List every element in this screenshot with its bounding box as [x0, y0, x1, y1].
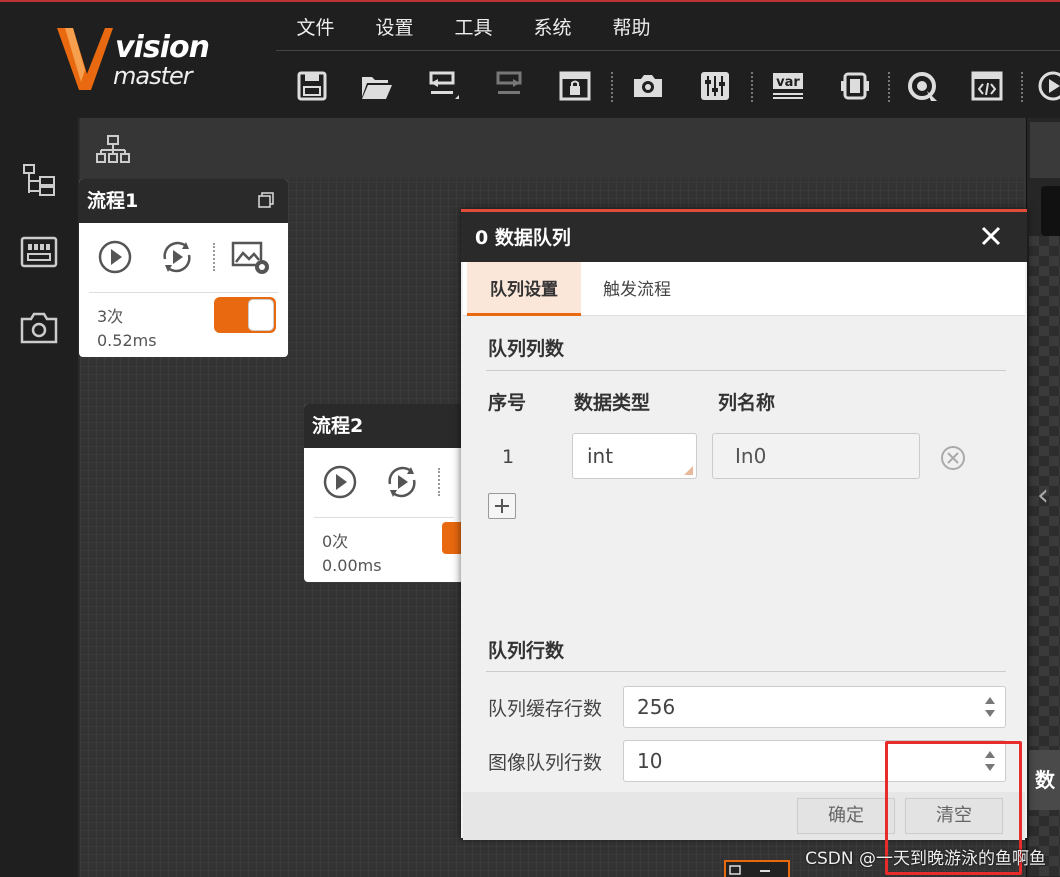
toggle-knob: [248, 299, 274, 331]
menu-help[interactable]: 帮助: [592, 10, 671, 50]
lock-window-icon[interactable]: [555, 66, 595, 106]
top-bar: vision master 文件 设置 工具 系统 帮助: [0, 0, 1060, 118]
flow-title: 流程2: [312, 415, 364, 437]
save-icon[interactable]: [292, 66, 332, 106]
logo-text-vision: vision: [115, 30, 210, 65]
restore-window-icon[interactable]: [258, 192, 274, 208]
image-settings-icon[interactable]: [231, 237, 271, 277]
var-icon[interactable]: var: [768, 66, 808, 106]
image-rows-label: 图像队列行数: [488, 752, 603, 774]
data-type-select[interactable]: int: [572, 433, 697, 479]
remove-row-icon[interactable]: [940, 445, 966, 471]
collapse-chevron-icon[interactable]: ‹: [1037, 478, 1049, 513]
add-row-button[interactable]: [488, 493, 516, 519]
controls-separator: [438, 468, 440, 496]
logo: vision master: [55, 24, 225, 94]
device-icon[interactable]: [835, 66, 875, 106]
run-loop-icon[interactable]: [157, 237, 197, 277]
run-once-icon[interactable]: [95, 237, 135, 277]
menu-settings[interactable]: 设置: [355, 10, 434, 50]
buffer-rows-label: 队列缓存行数: [488, 698, 603, 720]
run-once-icon[interactable]: [902, 66, 942, 106]
flow-controls: [320, 462, 464, 502]
run-loop-icon[interactable]: [382, 462, 422, 502]
flow-chart-icon[interactable]: [95, 132, 131, 168]
right-panel-label: 数: [1029, 750, 1060, 810]
toolbar-separator: [751, 72, 753, 102]
tab-queue-settings[interactable]: 队列设置: [467, 262, 581, 316]
buffer-rows-spinbox[interactable]: 256: [623, 686, 1006, 728]
toolbar-separator: [611, 72, 613, 102]
camera-rail-icon[interactable]: [18, 308, 60, 348]
queue-columns-title: 队列列数: [488, 338, 565, 360]
watermark: CSDN @一天到晚游泳的鱼啊鱼: [805, 849, 1046, 869]
canvas-header: [80, 118, 1026, 178]
flow-card-1[interactable]: 流程1 3次 0.52ms: [79, 179, 288, 357]
confirm-button[interactable]: 确定: [797, 798, 895, 834]
dialog-title: 0 数据队列: [461, 212, 1027, 262]
flow-card-2[interactable]: 流程2 0次 0.00ms: [304, 404, 464, 582]
queue-rows-title: 队列行数: [488, 640, 565, 662]
column-name-value: In0: [735, 444, 767, 468]
dropdown-corner-icon: [684, 466, 693, 475]
column-name-field[interactable]: In0: [712, 433, 920, 479]
column-header-column-name: 列名称: [718, 392, 776, 414]
menu-divider: [276, 50, 1060, 51]
right-panel-strip: ‹ 数: [1026, 118, 1060, 877]
right-panel-field: [1041, 186, 1060, 236]
dialog-tabs: 队列设置 触发流程: [463, 262, 1025, 316]
controls-icon[interactable]: [695, 66, 735, 106]
logo-v-icon: [57, 28, 113, 90]
flow-title: 流程1: [87, 190, 139, 212]
controls-separator: [213, 243, 215, 271]
section-divider: [486, 671, 1006, 672]
run-count: 3次: [97, 307, 124, 326]
run-time: 0.00ms: [322, 556, 382, 575]
run-once-icon[interactable]: [320, 462, 360, 502]
flow-enable-toggle[interactable]: [214, 297, 276, 333]
menu-file[interactable]: 文件: [276, 10, 355, 50]
dialog-title-text: 0 数据队列: [475, 227, 571, 249]
row-index: 1: [502, 446, 515, 468]
section-divider: [486, 370, 1006, 371]
var-icon-text: var: [776, 75, 800, 90]
minimized-bar[interactable]: [724, 860, 790, 877]
column-header-index: 序号: [488, 392, 527, 414]
logo-text-master: master: [113, 62, 193, 90]
process-tree-icon[interactable]: [18, 160, 60, 200]
menu-bar: 文件 设置 工具 系统 帮助: [276, 10, 671, 50]
flow-card-header: 流程2: [304, 404, 464, 448]
flow-card-header: 流程1: [79, 179, 288, 223]
play-icon[interactable]: [1036, 66, 1060, 106]
run-time: 0.52ms: [97, 331, 157, 350]
card-divider: [89, 292, 278, 293]
tab-trigger-process[interactable]: 触发流程: [589, 262, 685, 316]
code-icon[interactable]: [967, 66, 1007, 106]
menu-system[interactable]: 系统: [513, 10, 592, 50]
left-rail: [0, 118, 78, 877]
data-type-value: int: [587, 444, 614, 468]
module-board-icon[interactable]: [18, 232, 60, 272]
card-divider: [314, 517, 454, 518]
run-count: 0次: [322, 532, 349, 551]
camera-icon[interactable]: [628, 66, 668, 106]
toolbar-separator: [888, 72, 890, 102]
flow-controls: [95, 237, 285, 277]
menu-tools[interactable]: 工具: [434, 10, 513, 50]
minimized-bar-icons: [729, 865, 770, 875]
right-panel-tab[interactable]: [1030, 122, 1060, 178]
redo-icon[interactable]: [490, 66, 530, 106]
toolbar-separator: [1021, 72, 1023, 102]
column-header-data-type: 数据类型: [574, 392, 651, 414]
undo-icon[interactable]: [423, 66, 463, 106]
image-rows-value: 10: [637, 749, 663, 773]
spin-arrows-icon[interactable]: [983, 693, 997, 721]
buffer-rows-value: 256: [637, 695, 676, 719]
close-icon[interactable]: [977, 222, 1005, 250]
open-folder-icon[interactable]: [356, 66, 396, 106]
